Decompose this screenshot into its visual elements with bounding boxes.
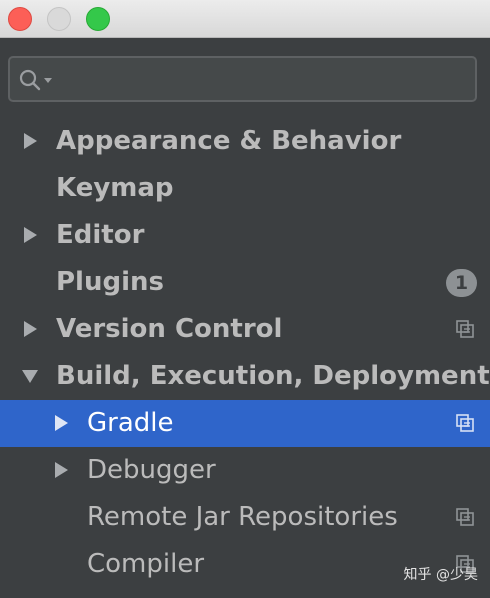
watermark: 知乎 @少昊 [403,567,478,583]
tree-item-label: Compiler [87,549,205,579]
search-input[interactable] [58,58,467,102]
settings-search-box[interactable] [8,56,477,102]
tree-item[interactable]: Version Control [0,306,490,353]
tree-item[interactable]: Keymap [0,165,490,212]
tree-item[interactable]: Remote Jar Repositories [0,494,490,541]
collapsed-arrow-icon[interactable] [51,413,71,433]
tree-item-label: Appearance & Behavior [56,126,402,156]
tree-item-label: Remote Jar Repositories [87,502,398,532]
tree-item-label: Debugger [87,455,216,485]
tree-item-label: Build, Execution, Deployment [56,361,490,391]
settings-tree: Appearance & Behavior Keymap Editor Plugins… [0,118,490,588]
tree-item[interactable]: Build, Execution, Deployment [0,353,490,400]
project-settings-icon [456,414,474,432]
tree-item[interactable]: Editor [0,212,490,259]
collapsed-arrow-icon[interactable] [20,131,40,151]
collapsed-arrow-icon[interactable] [20,225,40,245]
tree-item-label: Editor [56,220,145,250]
minimize-window-button[interactable] [47,7,71,31]
collapsed-arrow-icon[interactable] [51,460,71,480]
tree-item-label: Keymap [56,173,174,203]
project-settings-icon [456,508,474,526]
search-icon[interactable] [18,68,54,92]
tree-item-label: Version Control [56,314,283,344]
maximize-window-button[interactable] [86,7,110,31]
tree-item[interactable]: Debugger [0,447,490,494]
expanded-arrow-icon[interactable] [20,366,40,386]
collapsed-arrow-icon[interactable] [20,319,40,339]
update-count-badge: 1 [446,269,477,297]
tree-item[interactable]: Plugins 1 [0,259,490,306]
tree-item[interactable]: Gradle [0,400,490,447]
tree-item-label: Gradle [87,408,174,438]
window-titlebar [0,0,490,38]
close-window-button[interactable] [8,7,32,31]
project-settings-icon [456,320,474,338]
tree-item-label: Plugins [56,267,164,297]
tree-item[interactable]: Appearance & Behavior [0,118,490,165]
